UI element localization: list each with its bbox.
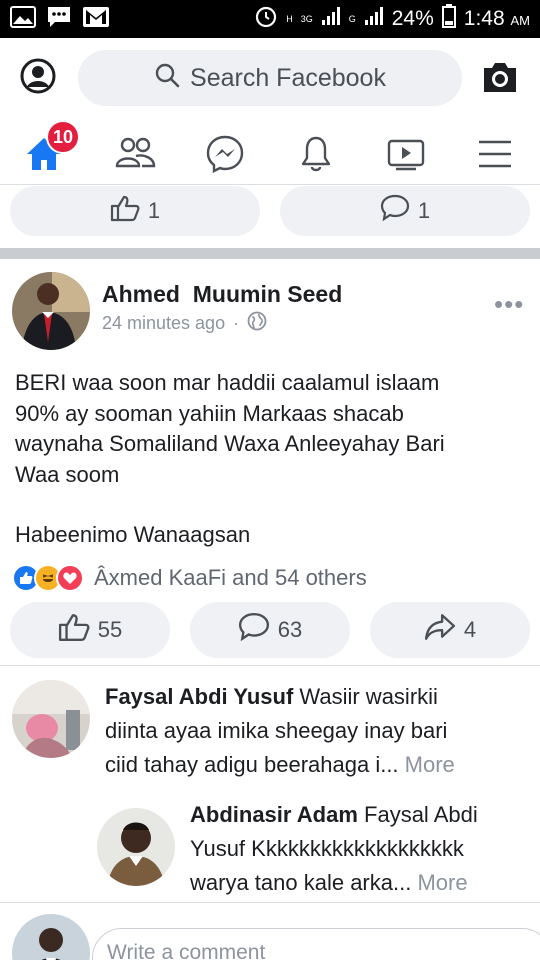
post-text-line: Waa soom [15,461,120,487]
tab-watch[interactable] [386,128,430,172]
previous-post-actions: 1 1 [0,186,540,242]
write-comment-placeholder: Write a comment [107,941,266,960]
comment-item: Faysal Abdi Yusuf Wasiir wasirkii diinta… [105,680,530,782]
commenter-name[interactable]: Faysal Abdi Yusuf [105,684,293,709]
divider [0,184,540,185]
share-count: 4 [463,617,477,642]
comment-line: ciid tahay adigu beerahaga i... More [105,748,530,782]
tab-messenger[interactable] [205,128,249,173]
comment-line: Faysal Abdi Yusuf Wasiir wasirkii [105,680,530,714]
comment-line: diinta ayaa imika sheegay inay bari [105,718,448,743]
signal-icon-2 [364,6,384,32]
like-count: 55 [97,617,123,642]
share-arrow-icon [424,612,456,648]
search-input[interactable]: Search Facebook [78,50,462,106]
prev-comment-button[interactable]: 1 [280,186,530,236]
tab-menu[interactable] [476,128,520,172]
meta-separator: · [233,313,240,333]
reactions-text: Âxmed KaaFi and 54 others [94,565,367,590]
comment-icon [238,612,270,648]
search-placeholder: Search Facebook [190,63,386,92]
clock-ampm: AM [510,13,531,28]
section-divider [0,248,540,259]
network-type-1: H [286,13,293,24]
post-text-line: Habeenimo Wanaagsan [15,522,251,547]
tab-friends[interactable] [114,128,158,172]
battery-percent: 24% [391,7,434,30]
post-meta: 24 minutes ago · [102,311,267,336]
profile-icon[interactable] [20,58,56,94]
app-bar: Search Facebook [0,38,540,118]
tab-home[interactable]: 10 [24,120,80,172]
prev-comment-count: 1 [417,198,431,223]
post-body: BERI waa soon mar haddii caalamul islaam… [15,368,525,551]
divider [0,665,540,666]
post-text-line: BERI waa soon mar haddii caalamul islaam [15,370,440,395]
comment-line: warya tano kale arka... More [190,866,530,900]
signal-icon-1 [321,6,341,32]
thumbs-up-icon [58,612,90,648]
post-author-name[interactable]: Ahmed Muumin Seed [102,281,342,308]
comment-text: Wasiir wasirkii [299,684,438,709]
see-more-link[interactable]: More [405,752,455,777]
commenter-name[interactable]: Abdinasir Adam [190,802,358,827]
comment-text: Faysal Abdi [364,802,478,827]
comment-button[interactable]: 63 [190,602,350,658]
search-icon [154,62,180,95]
comment-icon [380,194,410,228]
camera-icon[interactable] [481,59,519,95]
love-reaction-icon [56,564,84,592]
comment-line: Abdinasir Adam Faysal Abdi [190,798,530,832]
see-more-link[interactable]: More [417,870,467,895]
post-actions: 55 63 4 [0,602,540,658]
comment-text: warya tano kale arka... [190,870,412,895]
like-button[interactable]: 55 [10,602,170,658]
battery-icon [441,4,456,34]
post-text-line: waynaha Somaliland Waxa Anleeyahay Bari [15,431,445,456]
post-time[interactable]: 24 minutes ago [102,313,225,334]
network-type-2: 3G [300,13,313,24]
thumbs-up-icon [110,194,140,228]
share-button[interactable]: 4 [370,602,530,658]
write-comment-input[interactable]: Write a comment [92,928,540,960]
status-bar: H 3G G 24% 1:48 AM [0,0,540,38]
gallery-icon [10,5,36,33]
my-avatar[interactable] [12,914,90,960]
comment-count: 63 [277,617,303,642]
divider [0,902,540,903]
alarm-icon [254,4,278,34]
reactions-summary[interactable]: Âxmed KaaFi and 54 others [12,564,367,592]
author-avatar[interactable] [12,272,90,350]
tab-notifications[interactable] [296,128,340,172]
gmail-icon [82,6,110,33]
post-text-line: 90% ay sooman yahiin Markaas shacab [15,400,404,426]
prev-like-count: 1 [147,198,161,223]
message-icon [46,5,72,34]
clock-time: 1:48 [463,7,505,30]
home-badge: 10 [46,120,80,154]
reaction-icons [12,564,84,592]
comment-item: Abdinasir Adam Faysal Abdi Yusuf Kkkkkkk… [190,798,530,900]
comment-text: ciid tahay adigu beerahaga i... [105,752,399,777]
globe-icon [247,311,267,336]
commenter-avatar[interactable] [97,808,175,886]
commenter-avatar[interactable] [12,680,90,758]
network-type-3: G [348,13,356,24]
prev-like-button[interactable]: 1 [10,186,260,236]
comment-line: Yusuf Kkkkkkkkkkkkkkkkkkk [190,836,464,861]
post-options-icon[interactable]: ••• [494,289,524,320]
clock: 1:48 AM [464,7,530,31]
nav-bar: 10 [0,118,540,184]
